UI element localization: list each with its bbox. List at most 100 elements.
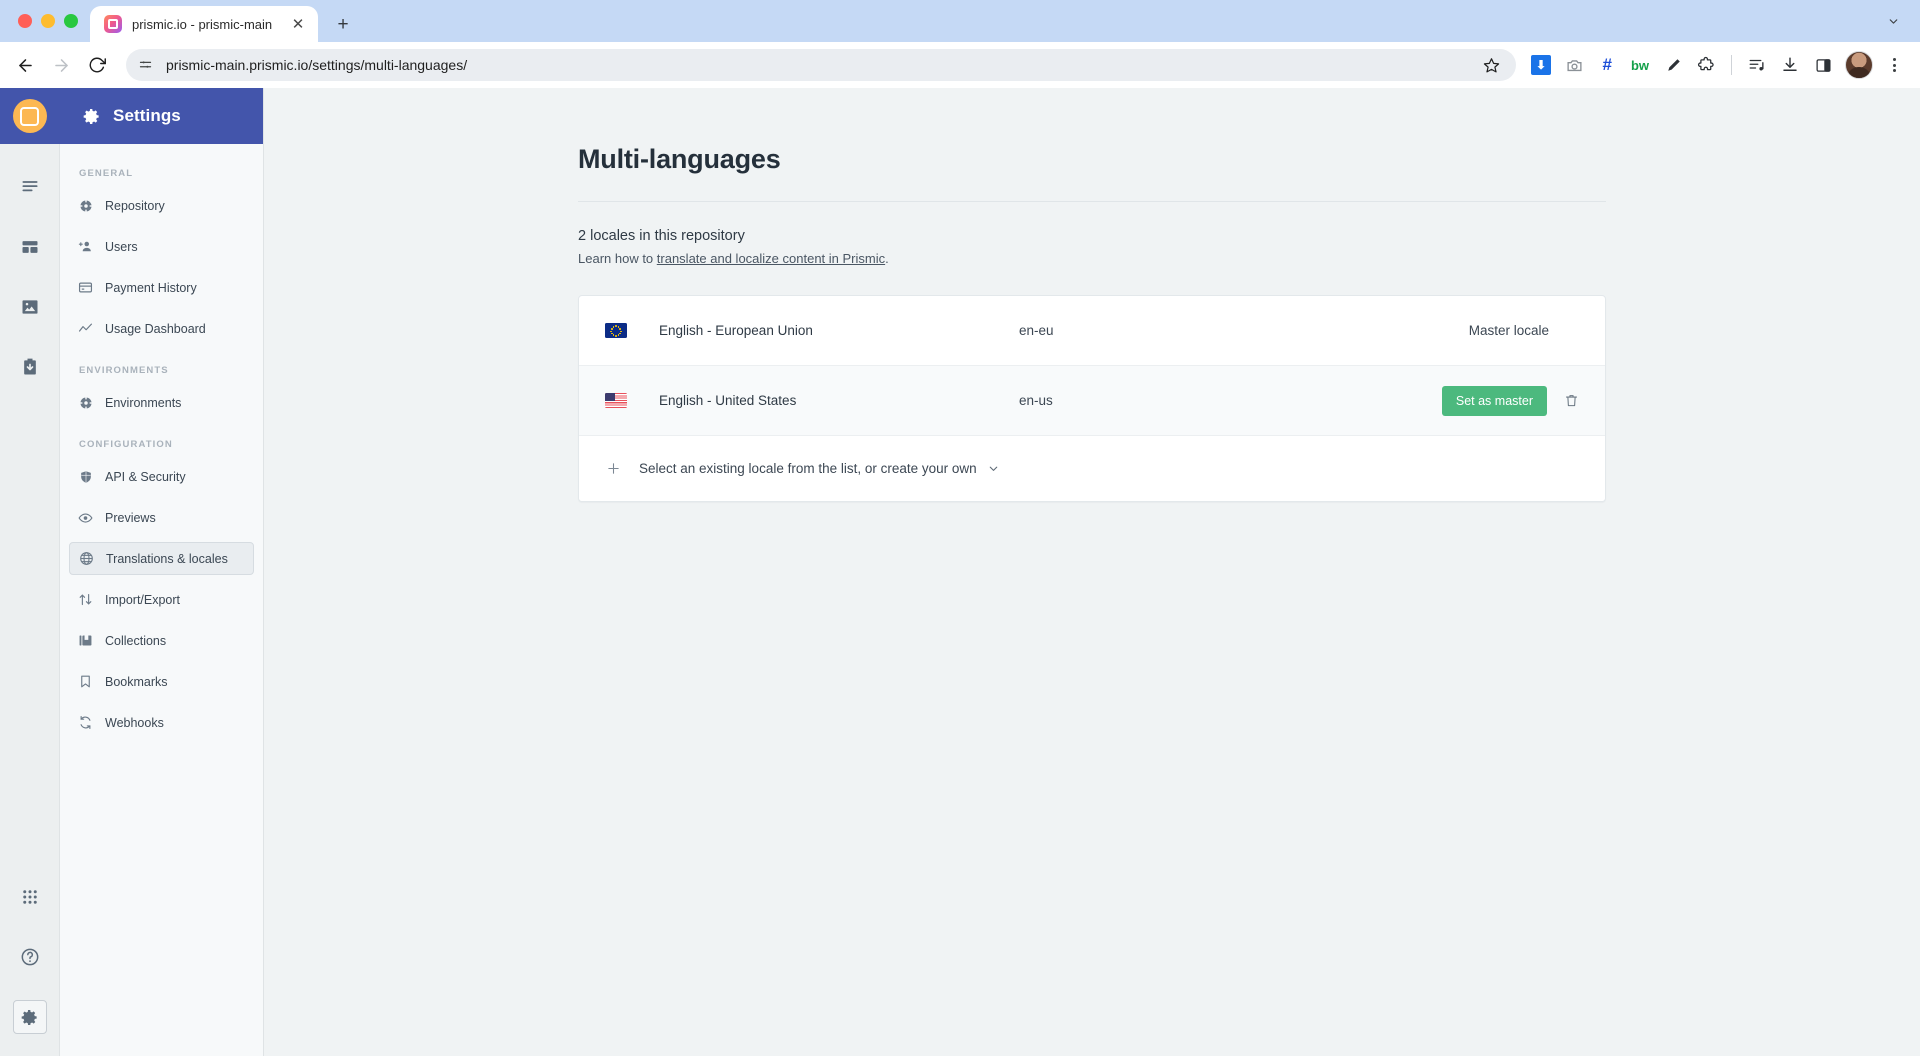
close-window-button[interactable] [18, 14, 32, 28]
settings-sidebar: Settings GENERAL Repository Users Paymen… [60, 88, 264, 1056]
chevron-down-icon [987, 462, 1000, 475]
sidebar-item-label: Environments [105, 395, 182, 410]
minimize-window-button[interactable] [41, 14, 55, 28]
globe-icon [79, 551, 94, 566]
collections-icon [78, 633, 93, 648]
sidebar-item-previews[interactable]: Previews [69, 501, 254, 534]
table-row: English - United States en-us Set as mas… [579, 366, 1605, 436]
chart-line-icon [78, 321, 93, 336]
locale-actions: Master locale [1339, 323, 1581, 338]
credit-card-icon [78, 280, 93, 295]
bw-extension-icon[interactable]: bw [1625, 50, 1655, 80]
translate-localize-link[interactable]: translate and localize content in Prismi… [657, 251, 885, 266]
settings-header: Settings [60, 88, 263, 144]
extensions-toolbar: ⬇ # bw [1526, 50, 1908, 80]
screenshot-camera-extension-icon[interactable] [1559, 50, 1589, 80]
forward-arrow-icon[interactable] [44, 48, 78, 82]
eu-flag-icon [605, 323, 627, 338]
kebab-menu-icon[interactable] [1880, 51, 1908, 79]
locale-count-text: 2 locales in this repository [578, 228, 745, 244]
import-export-icon [78, 592, 93, 607]
nav-group-configuration: CONFIGURATION API & Security Previews Tr… [60, 439, 263, 739]
sidebar-item-label: Bookmarks [105, 674, 168, 689]
add-locale-select[interactable]: Select an existing locale from the list,… [639, 461, 1000, 476]
chevron-down-icon[interactable] [1876, 4, 1910, 38]
gear-icon [82, 107, 101, 126]
set-as-master-button[interactable]: Set as master [1441, 385, 1547, 416]
trash-icon[interactable] [1561, 391, 1581, 411]
sidebar-item-label: Translations & locales [106, 551, 228, 566]
sidebar-item-label: Import/Export [105, 592, 181, 607]
locale-code: en-eu [1019, 323, 1054, 338]
browser-toolbar: prismic-main.prismic.io/settings/multi-l… [0, 42, 1920, 88]
star-icon[interactable] [1478, 52, 1504, 78]
profile-avatar-icon[interactable] [1845, 51, 1873, 79]
prismic-logo-icon [104, 15, 122, 33]
group-label: CONFIGURATION [79, 439, 173, 450]
plus-icon [605, 461, 621, 477]
sidebar-item-api-security[interactable]: API & Security [69, 460, 254, 493]
help-circle-icon[interactable] [13, 940, 47, 974]
media-library-icon[interactable] [13, 290, 47, 324]
hashtag-extension-icon[interactable]: # [1592, 50, 1622, 80]
pen-marker-extension-icon[interactable] [1658, 50, 1688, 80]
downloads-icon[interactable] [1775, 50, 1805, 80]
sidebar-item-users[interactable]: Users [69, 230, 254, 263]
locales-card: English - European Union en-eu Master lo… [578, 295, 1606, 502]
settings-gear-icon[interactable] [12, 1000, 47, 1034]
locales-summary: 2 locales in this repository Learn how t… [578, 202, 1606, 266]
prismic-logo-icon [12, 99, 47, 133]
apps-grid-icon[interactable] [13, 880, 47, 914]
sidebar-item-repository[interactable]: Repository [69, 189, 254, 222]
maximize-window-button[interactable] [64, 14, 78, 28]
sidebar-item-translations-locales[interactable]: Translations & locales [69, 542, 254, 575]
main-page-title: Multi-languages [578, 144, 1606, 202]
nav-group-environments: ENVIRONMENTS Environments [60, 365, 263, 419]
add-locale-row[interactable]: Select an existing locale from the list,… [579, 436, 1605, 501]
download-blue-extension-icon[interactable]: ⬇ [1526, 50, 1556, 80]
rail-main-items [13, 144, 47, 384]
locale-code: en-us [1019, 393, 1053, 408]
table-row: English - European Union en-eu Master lo… [579, 296, 1605, 366]
sidebar-item-webhooks[interactable]: Webhooks [69, 706, 254, 739]
close-icon[interactable]: ✕ [288, 14, 308, 34]
sidebar-item-collections[interactable]: Collections [69, 624, 254, 657]
sidebar-item-import-export[interactable]: Import/Export [69, 583, 254, 616]
back-arrow-icon[interactable] [8, 48, 42, 82]
app-logo-button[interactable] [0, 88, 60, 144]
site-settings-icon[interactable] [132, 52, 158, 78]
sidebar-item-label: Payment History [105, 280, 197, 295]
url-text: prismic-main.prismic.io/settings/multi-l… [166, 57, 468, 73]
puzzle-extensions-icon[interactable] [1691, 50, 1721, 80]
group-label: GENERAL [79, 168, 134, 179]
custom-types-icon[interactable] [13, 230, 47, 264]
browser-window: prismic.io - prismic-main ✕ + prismic-ma… [0, 0, 1920, 1056]
learn-prefix: Learn how to [578, 251, 657, 266]
sidebar-item-usage-dashboard[interactable]: Usage Dashboard [69, 312, 254, 345]
us-flag-icon [605, 393, 627, 408]
shield-icon [78, 469, 93, 484]
new-tab-button[interactable]: + [328, 9, 358, 39]
address-bar[interactable]: prismic-main.prismic.io/settings/multi-l… [126, 49, 1516, 81]
learn-more-text: Learn how to translate and localize cont… [578, 251, 1606, 266]
repository-icon [78, 198, 93, 213]
eye-icon [78, 510, 93, 525]
sidebar-item-label: Usage Dashboard [105, 321, 206, 336]
reading-list-icon[interactable] [1742, 50, 1772, 80]
locale-actions: Set as master [1339, 385, 1581, 416]
reload-icon[interactable] [80, 48, 114, 82]
toolbar-divider [1731, 55, 1732, 75]
settings-nav: GENERAL Repository Users Payment History… [60, 144, 263, 759]
sidebar-item-label: API & Security [105, 469, 186, 484]
sidebar-item-environments[interactable]: Environments [69, 386, 254, 419]
sidebar-item-payment-history[interactable]: Payment History [69, 271, 254, 304]
releases-icon[interactable] [13, 350, 47, 384]
bookmark-icon [78, 674, 93, 689]
documents-icon[interactable] [13, 170, 47, 204]
tab-title: prismic.io - prismic-main [132, 16, 273, 32]
side-panel-icon[interactable] [1808, 50, 1838, 80]
browser-tab[interactable]: prismic.io - prismic-main ✕ [90, 6, 318, 42]
window-controls [14, 0, 90, 42]
sidebar-item-bookmarks[interactable]: Bookmarks [69, 665, 254, 698]
tab-strip: prismic.io - prismic-main ✕ + [0, 0, 1920, 42]
